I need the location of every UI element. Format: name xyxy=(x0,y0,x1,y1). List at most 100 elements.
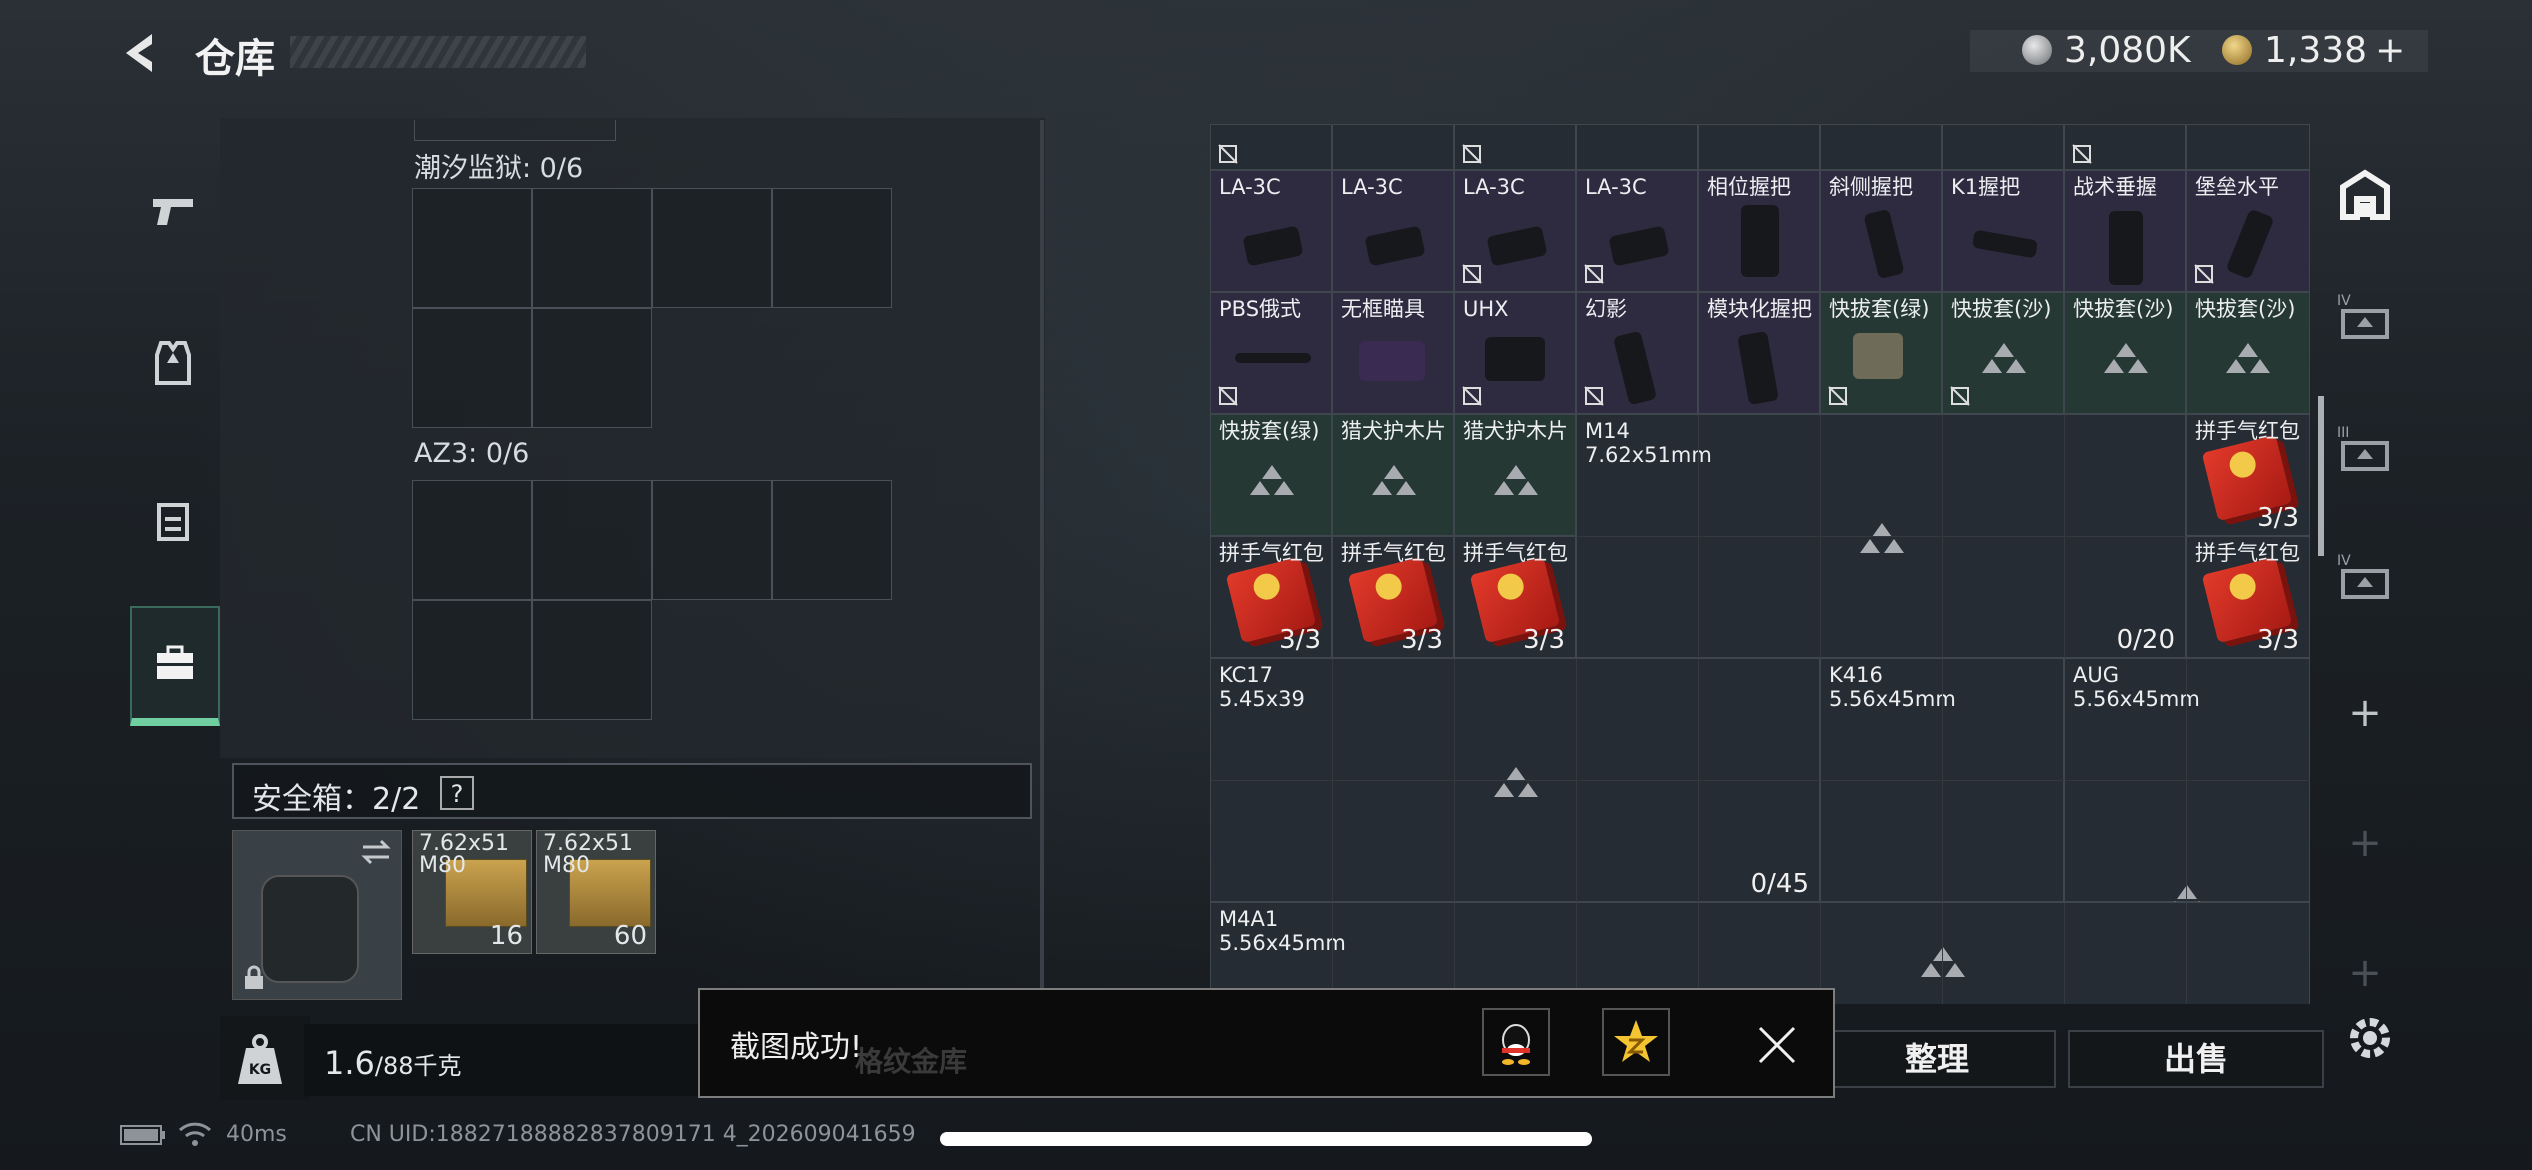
container-slot[interactable] xyxy=(772,480,892,600)
case-image xyxy=(261,875,359,983)
container-slot[interactable] xyxy=(532,188,652,308)
item-holster-green[interactable]: 快拔套(绿) xyxy=(1820,292,1942,414)
item-la3c[interactable]: LA-3C xyxy=(1210,170,1332,292)
item-caliber: 5.56x45mm xyxy=(1829,687,1956,711)
item-pbs-suppressor[interactable]: PBS俄式 xyxy=(1210,292,1332,414)
grid-cell[interactable] xyxy=(1820,124,1942,170)
nav-armor[interactable] xyxy=(130,308,216,418)
back-arrow-icon[interactable] xyxy=(118,30,164,76)
container-slot[interactable] xyxy=(412,188,532,308)
item-m14-rifle[interactable]: M14 7.62x51mm 0/20 xyxy=(1576,414,2187,659)
no-trade-icon xyxy=(2072,144,2092,164)
item-red-envelope[interactable]: 拼手气红包 3/3 xyxy=(1454,536,1576,658)
item-red-envelope[interactable]: 拼手气红包 3/3 xyxy=(2186,414,2310,536)
grip-image xyxy=(1971,229,2039,259)
item-frameless-sight[interactable]: 无框瞄具 xyxy=(1332,292,1454,414)
grid-cell[interactable] xyxy=(1576,124,1698,170)
grid-scrollbar[interactable] xyxy=(2318,396,2324,556)
item-holster-sand[interactable]: 快拔套(沙) xyxy=(1942,292,2064,414)
sell-button[interactable]: 出售 xyxy=(2068,1030,2324,1088)
loading-placeholder-icon xyxy=(1921,947,1965,977)
gold-currency[interactable]: 1,338 + xyxy=(2222,26,2405,74)
item-handguard-panel[interactable]: 猎犬护木片 xyxy=(1332,414,1454,536)
share-qzone-button[interactable] xyxy=(1602,1008,1670,1076)
item-aug-rifle[interactable]: AUG 5.56x45mm xyxy=(2064,658,2310,915)
close-icon[interactable] xyxy=(1756,1024,1798,1066)
container-slot[interactable] xyxy=(412,600,532,720)
grid-cell[interactable] xyxy=(1332,124,1454,170)
item-angled-grip[interactable]: 斜侧握把 xyxy=(1820,170,1942,292)
suppressor-image xyxy=(1235,353,1311,363)
safe-box-help-button[interactable]: ? xyxy=(440,776,474,810)
grid-cell[interactable] xyxy=(1454,124,1576,170)
loading-placeholder-icon xyxy=(1250,465,1294,495)
item-name: 相位握把 xyxy=(1707,175,1791,199)
item-red-envelope[interactable]: 拼手气红包 3/3 xyxy=(1332,536,1454,658)
add-gold-button[interactable]: + xyxy=(2375,30,2405,71)
sort-button[interactable]: 整理 xyxy=(1818,1030,2056,1088)
grid-cell[interactable] xyxy=(1210,124,1332,170)
container-slot[interactable] xyxy=(412,480,532,600)
tab-safe-house[interactable] xyxy=(2325,140,2405,250)
item-phantom-grip[interactable]: 幻影 xyxy=(1576,292,1698,414)
share-qq-button[interactable] xyxy=(1482,1008,1550,1076)
item-uhx-sight[interactable]: UHX xyxy=(1454,292,1576,414)
item-kc17-rifle[interactable]: KC17 5.45x39 0/45 xyxy=(1210,658,1821,903)
grip-image xyxy=(2109,211,2143,285)
item-name: M14 xyxy=(1585,419,1630,443)
tab-crate-iv[interactable]: IV xyxy=(2325,264,2405,374)
item-name: 快拔套(沙) xyxy=(2195,297,2296,321)
item-la3c[interactable]: LA-3C xyxy=(1454,170,1576,292)
loading-placeholder-icon xyxy=(1494,465,1538,495)
tab-crate-iv[interactable]: IV xyxy=(2325,524,2405,634)
grid-cell[interactable] xyxy=(2064,124,2186,170)
tab-crate-iii[interactable]: III xyxy=(2325,396,2405,506)
home-indicator[interactable] xyxy=(940,1132,1592,1146)
grid-cell[interactable] xyxy=(1698,124,1820,170)
safe-ammo-item[interactable]: 7.62x51 M80 16 xyxy=(412,830,532,954)
container-slot[interactable] xyxy=(532,480,652,600)
grid-cell[interactable] xyxy=(2186,124,2310,170)
item-red-envelope[interactable]: 拼手气红包 3/3 xyxy=(2186,536,2310,658)
gold-coin-icon xyxy=(2222,35,2252,65)
container-slot[interactable] xyxy=(412,308,532,428)
gear-icon[interactable] xyxy=(2342,1010,2398,1066)
item-name: UHX xyxy=(1463,297,1509,321)
container-slot[interactable] xyxy=(652,188,772,308)
nav-toolbox[interactable] xyxy=(130,606,220,726)
item-phase-grip[interactable]: 相位握把 xyxy=(1698,170,1820,292)
item-la3c[interactable]: LA-3C xyxy=(1332,170,1454,292)
item-handguard-panel[interactable]: 猎犬护木片 xyxy=(1454,414,1576,536)
container-slot[interactable] xyxy=(652,480,772,600)
no-trade-icon xyxy=(1462,144,1482,164)
container-slot[interactable] xyxy=(532,308,652,428)
loading-placeholder-icon xyxy=(1494,767,1538,797)
item-holster-green[interactable]: 快拔套(绿) xyxy=(1210,414,1332,536)
swap-icon[interactable] xyxy=(359,839,393,865)
item-quantity: 3/3 xyxy=(1279,625,1321,655)
grid-cell[interactable] xyxy=(1942,124,2064,170)
item-k416-rifle[interactable]: K416 5.56x45mm xyxy=(1820,658,2065,903)
safe-ammo-item[interactable]: 7.62x51 M80 60 xyxy=(536,830,656,954)
item-k1-grip[interactable]: K1握把 xyxy=(1942,170,2064,292)
tab-add-slot[interactable]: + xyxy=(2325,658,2405,768)
nav-backpack[interactable] xyxy=(130,466,216,576)
item-tactical-grip[interactable]: 战术垂握 xyxy=(2064,170,2186,292)
item-la3c[interactable]: LA-3C xyxy=(1576,170,1698,292)
panel-scrollbar[interactable] xyxy=(1040,120,1044,1000)
container-slot[interactable] xyxy=(772,188,892,308)
item-modular-grip[interactable]: 模块化握把 xyxy=(1698,292,1820,414)
item-holster-sand[interactable]: 快拔套(沙) xyxy=(2186,292,2310,414)
item-red-envelope[interactable]: 拼手气红包 3/3 xyxy=(1210,536,1332,658)
item-bastion-grip[interactable]: 堡垒水平 xyxy=(2186,170,2310,292)
container-slot[interactable] xyxy=(532,600,652,720)
page-title: 仓库 xyxy=(195,36,275,82)
item-name: 模块化握把 xyxy=(1707,297,1812,321)
ping-readout: 40ms xyxy=(226,1122,287,1147)
item-name: AUG xyxy=(2073,663,2120,687)
laser-module-image xyxy=(1364,225,1426,267)
item-holster-sand[interactable]: 快拔套(沙) xyxy=(2064,292,2186,414)
nav-weapons[interactable] xyxy=(130,156,216,266)
safe-box-case[interactable] xyxy=(232,830,402,1000)
loading-placeholder-icon xyxy=(1860,523,1904,553)
